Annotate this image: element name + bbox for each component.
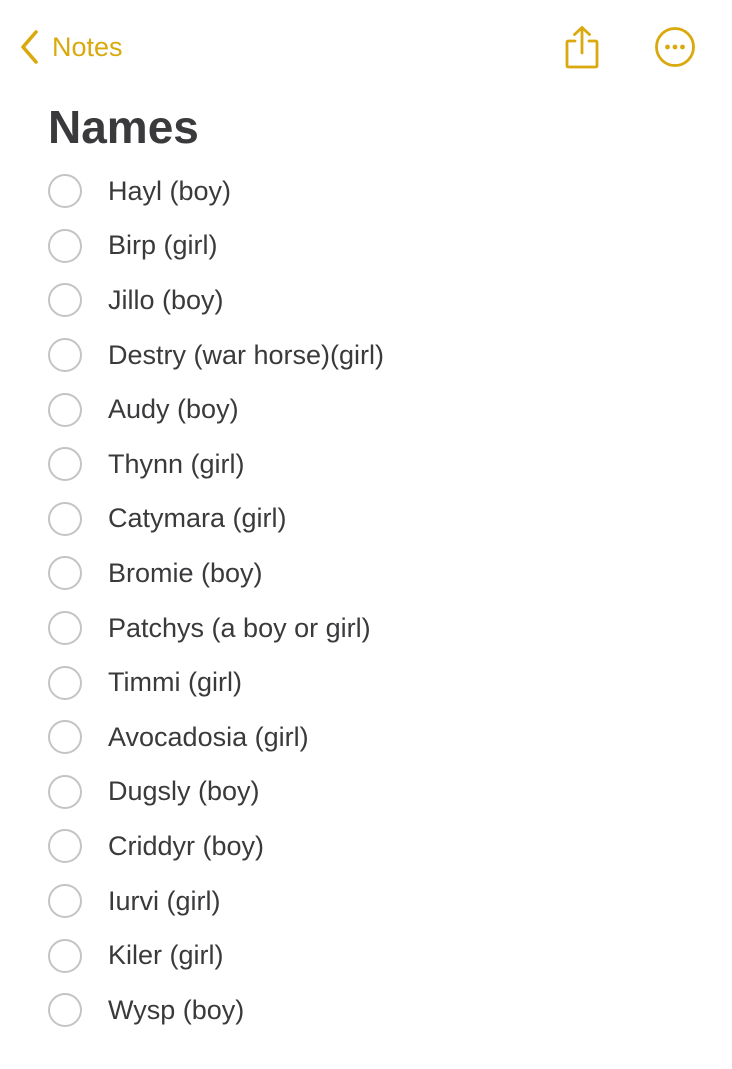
checklist-item: Wysp (boy) [48, 983, 384, 1038]
checklist-item-text[interactable]: Patchys (a boy or girl) [108, 614, 371, 642]
chevron-left-icon [21, 30, 38, 64]
share-icon [565, 26, 599, 69]
ellipsis-circle-icon [655, 27, 695, 67]
note-title[interactable]: Names [48, 98, 199, 156]
share-button[interactable] [560, 24, 604, 70]
checklist-item-text[interactable]: Hayl (boy) [108, 177, 231, 205]
checklist-item-text[interactable]: Avocadosia (girl) [108, 723, 309, 751]
checklist-item: Thynn (girl) [48, 437, 384, 492]
checklist-item-text[interactable]: Timmi (girl) [108, 669, 242, 696]
checklist-item: Dugsly (boy) [48, 765, 384, 820]
back-button[interactable]: Notes [18, 28, 123, 66]
checkbox-circle[interactable] [48, 829, 82, 864]
checkbox-circle[interactable] [48, 447, 82, 482]
navigation-bar: Notes [0, 0, 732, 96]
checkbox-circle[interactable] [48, 774, 82, 809]
checkbox-circle[interactable] [48, 884, 82, 919]
checklist-item: Iurvi (girl) [48, 874, 384, 929]
checklist-item-text[interactable]: Iurvi (girl) [108, 887, 221, 915]
checklist-item-text[interactable]: Birp (girl) [108, 232, 218, 259]
checklist-item-text[interactable]: Kiler (girl) [108, 942, 224, 969]
checklist-item: Destry (war horse)(girl) [48, 328, 384, 383]
checkbox-circle[interactable] [48, 228, 82, 263]
checkbox-circle[interactable] [48, 665, 82, 700]
checklist-item: Timmi (girl) [48, 655, 384, 710]
checkbox-circle[interactable] [48, 556, 82, 591]
checklist-item: Kiler (girl) [48, 928, 384, 983]
checklist-item: Bromie (boy) [48, 546, 384, 601]
checklist-item-text[interactable]: Bromie (boy) [108, 559, 263, 587]
checklist-item: Jillo (boy) [48, 273, 384, 328]
checklist-item: Audy (boy) [48, 382, 384, 437]
checkbox-circle[interactable] [48, 993, 82, 1028]
checkbox-circle[interactable] [48, 938, 82, 973]
checklist: Hayl (boy) Birp (girl) Jillo (boy) Destr… [48, 164, 384, 1038]
checklist-item-text[interactable]: Thynn (girl) [108, 450, 245, 478]
checklist-item-text[interactable]: Jillo (boy) [108, 286, 224, 314]
checklist-item-text[interactable]: Catymara (girl) [108, 505, 287, 532]
checkbox-circle[interactable] [48, 611, 82, 646]
checklist-item-text[interactable]: Audy (boy) [108, 396, 239, 423]
checkbox-circle[interactable] [48, 720, 82, 755]
checklist-item-text[interactable]: Criddyr (boy) [108, 832, 264, 860]
checklist-item: Catymara (girl) [48, 492, 384, 547]
checklist-item: Hayl (boy) [48, 164, 384, 219]
checklist-item: Patchys (a boy or girl) [48, 601, 384, 656]
checklist-item-text[interactable]: Wysp (boy) [108, 996, 244, 1024]
checklist-item: Avocadosia (girl) [48, 710, 384, 765]
checklist-item: Birp (girl) [48, 219, 384, 274]
back-button-label: Notes [52, 31, 123, 62]
checklist-item-text[interactable]: Destry (war horse)(girl) [108, 341, 384, 369]
checkbox-circle[interactable] [48, 283, 82, 318]
more-options-button[interactable] [654, 26, 696, 68]
checkbox-circle[interactable] [48, 501, 82, 536]
checkbox-circle[interactable] [48, 338, 82, 373]
checkbox-circle[interactable] [48, 392, 82, 427]
checklist-item: Criddyr (boy) [48, 819, 384, 874]
checklist-item-text[interactable]: Dugsly (boy) [108, 778, 260, 805]
checkbox-circle[interactable] [48, 174, 82, 209]
